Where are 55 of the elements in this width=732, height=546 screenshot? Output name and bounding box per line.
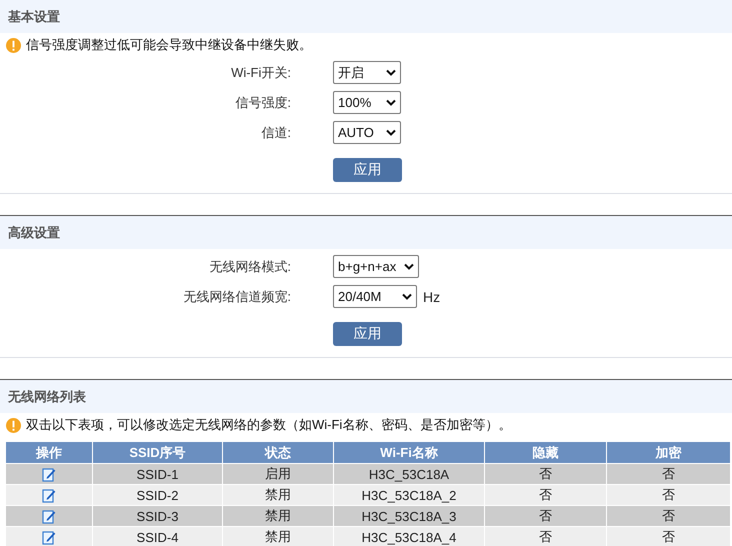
- column-header: Wi-Fi名称: [334, 442, 484, 464]
- dropdown-select[interactable]: 100%: [333, 91, 401, 114]
- field-label: 无线网络信道频宽:: [182, 288, 291, 306]
- column-header: SSID序号: [92, 442, 222, 464]
- caret-icon: [386, 129, 396, 136]
- dropdown-select[interactable]: AUTO: [333, 121, 401, 144]
- column-header: 加密: [606, 442, 730, 464]
- table-cell: 否: [484, 506, 606, 526]
- caret-icon: [386, 99, 396, 106]
- table-cell: 禁用: [222, 484, 334, 506]
- edit-icon[interactable]: [42, 467, 56, 482]
- column-header: 操作: [6, 442, 92, 464]
- apply-button[interactable]: 应用: [333, 158, 402, 182]
- notice-text: 双击以下表项，可以修改选定无线网络的参数（如Wi-Fi名称、密码、是否加密等）。: [26, 416, 512, 434]
- field-label: 无线网络模式:: [208, 258, 291, 276]
- table-cell: SSID-4: [92, 526, 222, 546]
- table-cell: 否: [606, 526, 730, 546]
- edit-icon[interactable]: [42, 509, 56, 524]
- dropdown-select[interactable]: 开启: [333, 61, 401, 84]
- field-label: 信道:: [260, 124, 291, 142]
- table-cell: 否: [606, 484, 730, 506]
- table-cell: 启用: [222, 464, 334, 484]
- apply-button[interactable]: 应用: [333, 322, 402, 346]
- edit-icon[interactable]: [42, 488, 56, 504]
- section-title: 基本设置: [8, 8, 60, 26]
- table-cell: H3C_53C18A_2: [334, 484, 484, 506]
- caret-icon: [402, 293, 412, 300]
- dropdown-select[interactable]: 20/40M: [333, 285, 417, 308]
- table-cell: 否: [484, 526, 606, 546]
- caret-icon: [404, 263, 414, 270]
- notice-text: 信号强度调整过低可能会导致中继设备中继失败。: [26, 36, 312, 54]
- edit-icon[interactable]: [42, 530, 56, 546]
- table-cell: 否: [484, 484, 606, 506]
- table-cell: 否: [484, 464, 606, 484]
- unit-label: Hz: [423, 288, 440, 304]
- warning-icon: [6, 38, 21, 52]
- table-cell: SSID-3: [92, 506, 222, 526]
- column-header: 状态: [222, 442, 334, 464]
- warning-icon: [6, 418, 21, 432]
- section-title: 无线网络列表: [8, 388, 86, 406]
- section-title: 高级设置: [8, 224, 60, 242]
- field-label: 信号强度:: [234, 94, 291, 112]
- table-cell: SSID-2: [92, 484, 222, 506]
- table-cell: SSID-1: [92, 464, 222, 484]
- table-cell: H3C_53C18A_4: [334, 526, 484, 546]
- caret-icon: [386, 69, 396, 76]
- table-cell: H3C_53C18A_3: [334, 506, 484, 526]
- column-header: 隐藏: [484, 442, 606, 464]
- field-label: Wi-Fi开关:: [230, 64, 291, 82]
- table-cell: 否: [606, 464, 730, 484]
- table-cell: 否: [606, 506, 730, 526]
- table-cell: 禁用: [222, 506, 334, 526]
- table-cell: H3C_53C18A: [334, 464, 484, 484]
- table-cell: 禁用: [222, 526, 334, 546]
- dropdown-select[interactable]: b+g+n+ax: [333, 255, 420, 278]
